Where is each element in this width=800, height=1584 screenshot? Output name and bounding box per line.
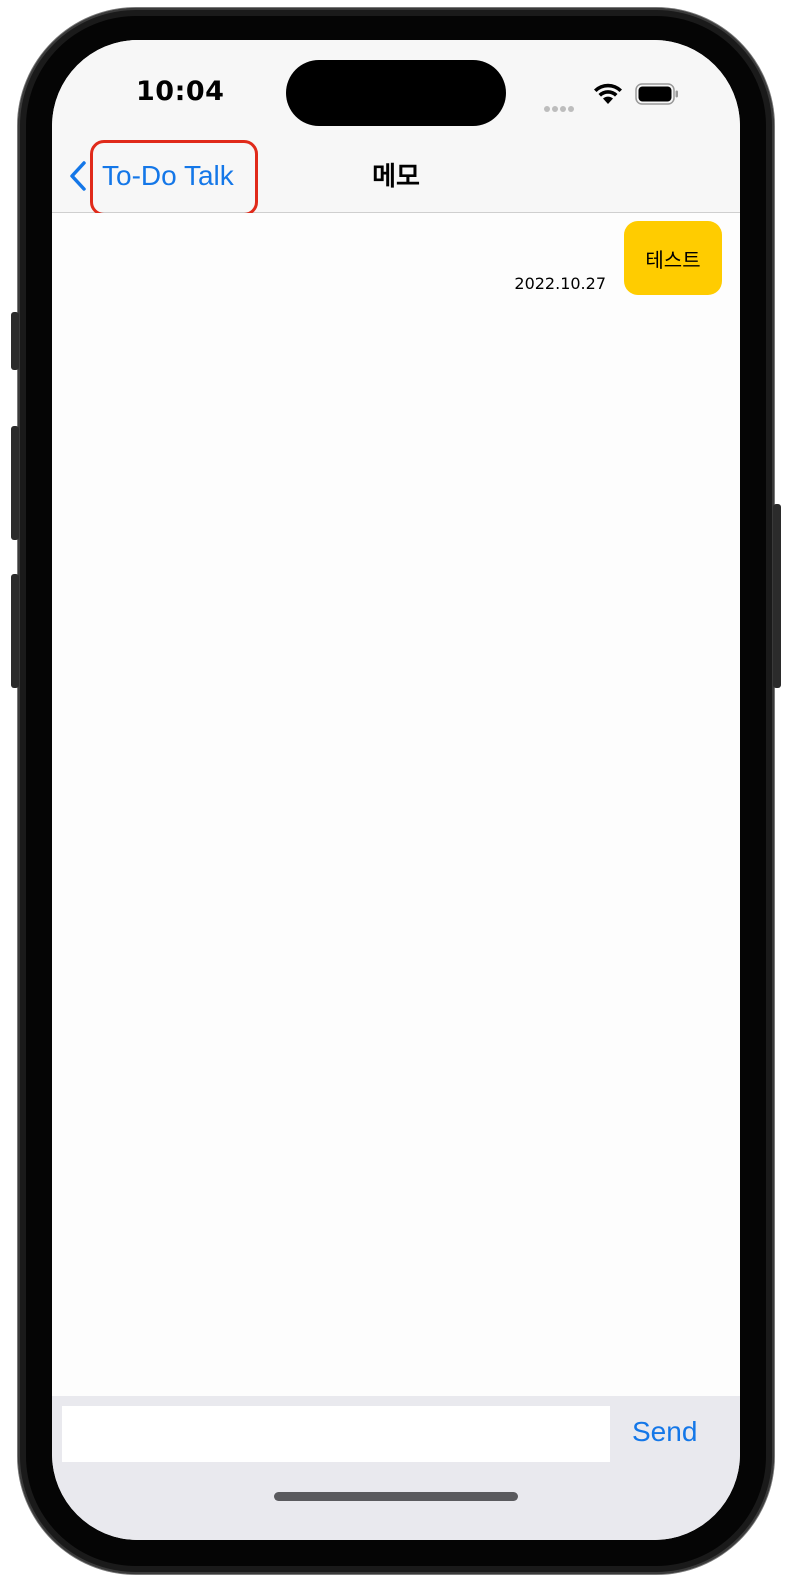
power-button [773, 504, 781, 688]
dynamic-island [286, 60, 506, 126]
cellular-icon [544, 97, 578, 112]
send-button[interactable]: Send [632, 1416, 697, 1448]
page-title: 메모 [372, 162, 420, 192]
message-input[interactable] [62, 1406, 610, 1462]
home-indicator [274, 1492, 518, 1501]
navigation-bar: To-Do Talk 메모 [52, 140, 740, 216]
input-bar: Send [52, 1396, 740, 1540]
message-bubble[interactable]: 테스트 [624, 221, 722, 295]
battery-icon [635, 83, 678, 105]
message-list[interactable]: 2022.10.27 테스트 [52, 213, 740, 1397]
status-time: 10:04 [136, 76, 225, 107]
list-item: 2022.10.27 테스트 [514, 221, 722, 295]
message-date: 2022.10.27 [514, 274, 606, 293]
volume-down-button [11, 574, 19, 688]
action-button [11, 312, 19, 370]
status-bar: 10:04 [52, 40, 740, 140]
volume-up-button [11, 426, 19, 540]
wifi-icon [594, 83, 622, 104]
screen: 10:04 To-Do Talk 메모 2022.10.27 테스트 Send [52, 40, 740, 1540]
